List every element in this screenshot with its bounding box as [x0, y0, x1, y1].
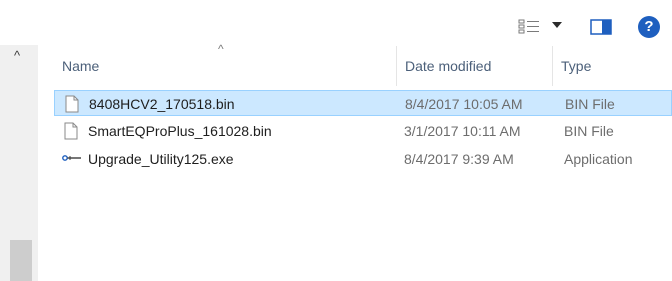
- toolbar: ?: [0, 0, 672, 40]
- file-name: SmartEQProPlus_161028.bin: [88, 123, 272, 139]
- file-date-modified: 8/4/2017 10:05 AM: [405, 96, 523, 112]
- file-name: Upgrade_Utility125.exe: [88, 151, 234, 167]
- file-row[interactable]: Upgrade_Utility125.exe 8/4/2017 9:39 AM …: [54, 146, 672, 172]
- file-date-modified: 8/4/2017 9:39 AM: [404, 151, 514, 167]
- help-icon[interactable]: ?: [638, 16, 660, 38]
- column-header-row: ^ Name Date modified Type: [54, 42, 672, 86]
- file-icon: [65, 95, 79, 113]
- file-icon: [64, 122, 78, 140]
- view-details-icon[interactable]: [518, 19, 540, 35]
- file-row[interactable]: SmartEQProPlus_161028.bin 3/1/2017 10:11…: [54, 118, 672, 144]
- chevron-up-icon[interactable]: ^: [14, 49, 26, 62]
- file-row[interactable]: 8408HCV2_170518.bin 8/4/2017 10:05 AM BI…: [54, 90, 672, 116]
- chevron-down-icon[interactable]: [552, 22, 562, 29]
- scrollbar-thumb[interactable]: [10, 240, 32, 281]
- file-type: Application: [564, 151, 633, 167]
- column-header-type[interactable]: Type: [553, 46, 672, 86]
- file-date-modified: 3/1/2017 10:11 AM: [404, 123, 521, 139]
- navigation-pane-scrollbar[interactable]: ^: [0, 45, 38, 281]
- executable-icon: [62, 155, 81, 161]
- column-header-name[interactable]: Name: [54, 46, 396, 86]
- file-name: 8408HCV2_170518.bin: [89, 96, 235, 112]
- file-type: BIN File: [564, 123, 614, 139]
- preview-pane-icon[interactable]: [590, 19, 612, 35]
- file-type: BIN File: [565, 96, 615, 112]
- column-header-date-modified[interactable]: Date modified: [397, 46, 552, 86]
